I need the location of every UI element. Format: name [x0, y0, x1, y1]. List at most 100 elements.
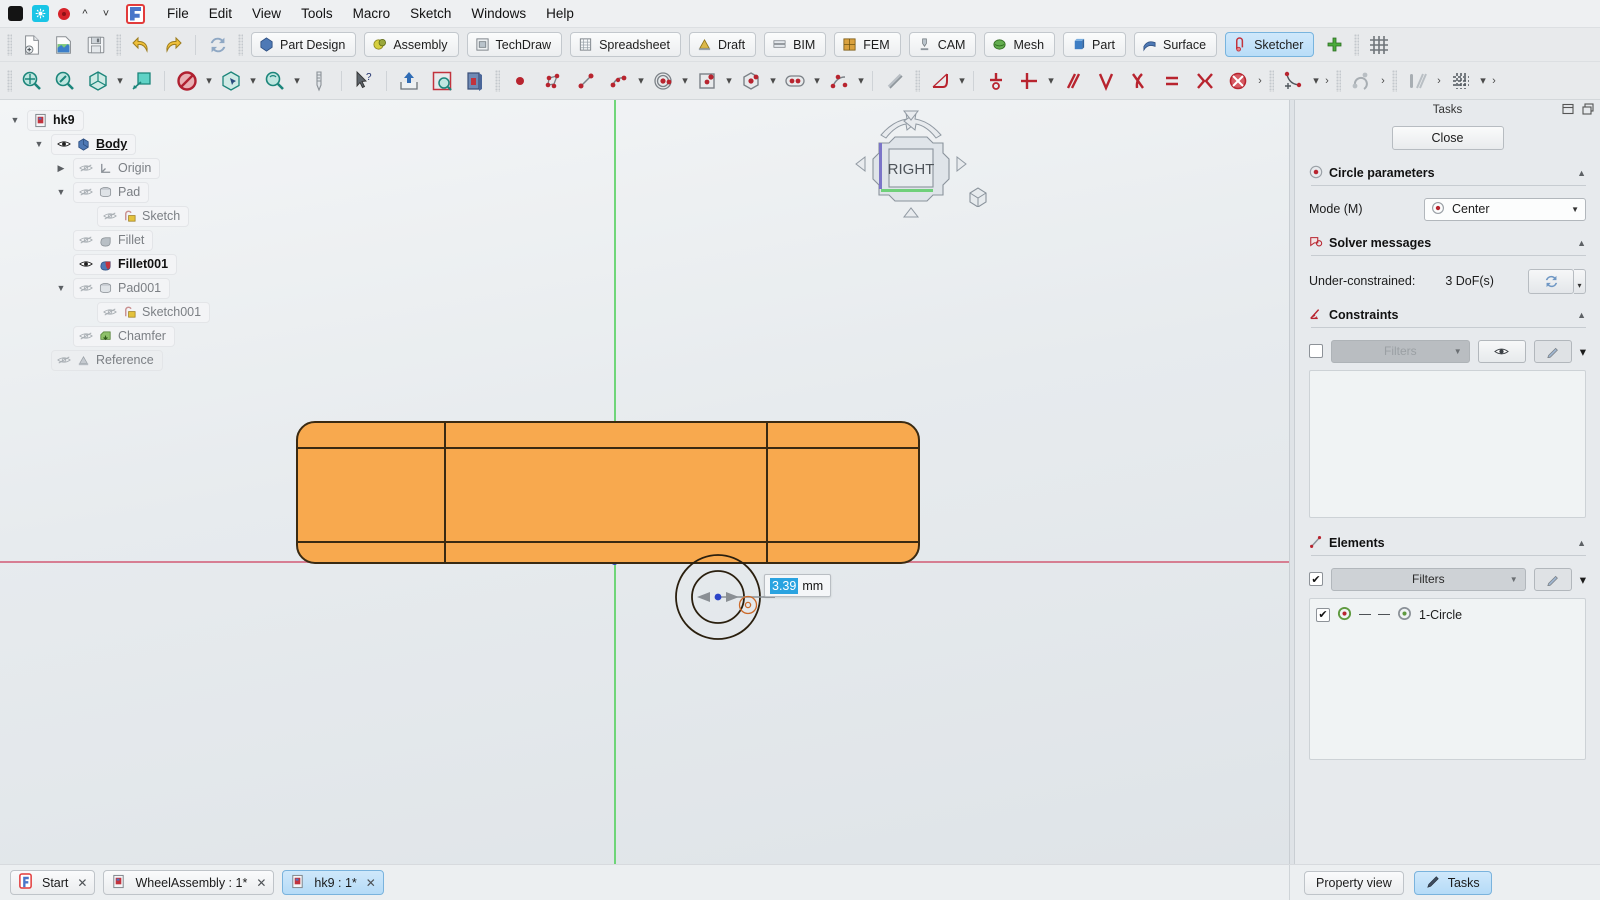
workbench-tab-sketcher[interactable]: Sketcher: [1225, 32, 1315, 57]
bspline-icon[interactable]: [823, 66, 855, 96]
chevron-down-icon[interactable]: ▼: [1454, 347, 1462, 356]
collapse-icon[interactable]: ▲: [1577, 538, 1586, 548]
dropdown-arrow[interactable]: ▾: [768, 74, 778, 87]
eye-closed-icon[interactable]: [79, 331, 93, 341]
document-tab-wheelassembly[interactable]: WheelAssembly : 1* ✕: [103, 870, 275, 895]
polygon-icon[interactable]: [735, 66, 767, 96]
element-checkbox[interactable]: ✔: [1316, 607, 1330, 622]
view-sketch-icon[interactable]: [426, 66, 458, 96]
toolbar-grip[interactable]: [7, 33, 12, 56]
chevron-down-icon[interactable]: ▼: [32, 139, 46, 149]
eye-closed-icon[interactable]: [79, 187, 93, 197]
dimension-input[interactable]: 3.39 mm: [764, 574, 832, 597]
tree-row-chamfer[interactable]: Chamfer: [8, 324, 258, 348]
document-tab-hk9[interactable]: hk9 : 1* ✕: [282, 870, 384, 895]
sk-grip-4[interactable]: [1269, 69, 1274, 92]
new-document-icon[interactable]: [17, 31, 47, 59]
sk-grip-6[interactable]: [1392, 69, 1397, 92]
close-tab-icon[interactable]: ✕: [366, 876, 376, 890]
line-icon[interactable]: [570, 66, 602, 96]
dropdown-arrow[interactable]: ▾: [636, 74, 646, 87]
workbench-tab-mesh[interactable]: Mesh: [984, 32, 1056, 57]
rectangle-icon[interactable]: [691, 66, 723, 96]
chevron-right-icon[interactable]: ›: [1489, 75, 1499, 87]
zoom-selection-icon[interactable]: [49, 66, 81, 96]
toolbar-grip-4[interactable]: [1354, 33, 1360, 56]
polyline-icon[interactable]: [537, 66, 569, 96]
tree-row-pad[interactable]: ▼ Pad: [8, 180, 258, 204]
eye-closed-icon[interactable]: [103, 307, 117, 317]
view-section-sketch-icon[interactable]: [459, 66, 491, 96]
tree-row-hk9[interactable]: ▼ hk9: [8, 108, 258, 132]
tree-row-body[interactable]: ▼ Body: [8, 132, 258, 156]
eye-closed-icon[interactable]: [79, 235, 93, 245]
view-section-icon[interactable]: [126, 66, 158, 96]
chevron-down-icon[interactable]: ▼: [1571, 205, 1579, 214]
eye-closed-icon[interactable]: [57, 355, 71, 365]
constrain-perpendicular-icon[interactable]: [1090, 66, 1122, 96]
document-tab-start[interactable]: Start ✕: [10, 870, 96, 895]
dropdown-arrow[interactable]: ▾: [248, 74, 258, 87]
eye-open-icon[interactable]: [79, 259, 93, 269]
sk-grip-1[interactable]: [7, 69, 12, 92]
element-start-point-icon[interactable]: [1359, 613, 1371, 616]
close-tab-icon[interactable]: ✕: [77, 876, 87, 890]
close-tab-icon[interactable]: ✕: [256, 876, 266, 890]
workbench-tab-spreadsheet[interactable]: Spreadsheet: [570, 32, 681, 57]
elements-select-all-checkbox[interactable]: ✔: [1309, 572, 1323, 586]
close-panel-icon[interactable]: [1582, 103, 1594, 118]
menu-item-file[interactable]: File: [157, 3, 199, 24]
open-document-icon[interactable]: [49, 31, 79, 59]
fillet-icon[interactable]: [924, 66, 956, 96]
chevron-right-icon[interactable]: ›: [1434, 75, 1444, 87]
collapse-icon[interactable]: ▲: [1577, 168, 1586, 178]
chevron-right-icon[interactable]: ›: [1255, 75, 1265, 87]
measure-icon[interactable]: [303, 66, 335, 96]
elements-settings-dropdown[interactable]: ▾: [1580, 572, 1586, 587]
constraints-select-all-checkbox[interactable]: [1309, 344, 1323, 358]
menu-item-sketch[interactable]: Sketch: [400, 3, 461, 24]
tree-row-pad001[interactable]: ▼ Pad001: [8, 276, 258, 300]
elements-filter-select[interactable]: Filters ▼: [1331, 567, 1526, 591]
constrain-equal-icon[interactable]: [1156, 66, 1188, 96]
dropdown-arrow[interactable]: ▾: [204, 74, 214, 87]
record-dot-icon[interactable]: [58, 7, 70, 20]
navigation-home-cube-icon[interactable]: [967, 185, 989, 207]
menu-item-view[interactable]: View: [242, 3, 291, 24]
sketcher-visual-icon[interactable]: [1401, 66, 1433, 96]
section-header[interactable]: Circle parameters ▲: [1309, 162, 1586, 184]
axonometric-view-icon[interactable]: [82, 66, 114, 96]
tree-row-sketch001[interactable]: Sketch001: [8, 300, 258, 324]
dropdown-arrow[interactable]: ▾: [115, 74, 125, 87]
chevron-down-icon[interactable]: ˅: [100, 8, 112, 20]
circle-icon[interactable]: [647, 66, 679, 96]
constrain-symmetric-icon[interactable]: [1189, 66, 1221, 96]
workbench-tab-bim[interactable]: BIM: [764, 32, 827, 57]
point-icon[interactable]: [504, 66, 536, 96]
workbench-tab-fem[interactable]: FEM: [834, 32, 901, 57]
app-badge-icon[interactable]: [32, 5, 49, 22]
section-header[interactable]: Elements ▲: [1309, 532, 1586, 554]
dropdown-arrow[interactable]: ▾: [1311, 74, 1321, 87]
box-selection-icon[interactable]: [215, 66, 247, 96]
elements-settings-button[interactable]: [1533, 567, 1572, 591]
float-panel-icon[interactable]: [1562, 103, 1574, 118]
menu-item-macro[interactable]: Macro: [343, 3, 401, 24]
constraints-settings-button[interactable]: [1533, 339, 1572, 363]
element-end-point-icon[interactable]: [1378, 613, 1390, 616]
menu-item-edit[interactable]: Edit: [199, 3, 242, 24]
constrain-tangent-icon[interactable]: [1123, 66, 1155, 96]
redo-icon[interactable]: [158, 31, 188, 59]
grid-icon[interactable]: [1364, 31, 1394, 59]
constrain-distance-icon[interactable]: [1013, 66, 1045, 96]
chevron-right-icon[interactable]: ▶: [54, 163, 68, 174]
element-center-point-icon[interactable]: [1397, 606, 1412, 624]
dropdown-arrow[interactable]: ▾: [680, 74, 690, 87]
constraints-visibility-button[interactable]: [1477, 339, 1526, 363]
constraints-settings-dropdown[interactable]: ▾: [1580, 344, 1586, 359]
sk-grip-5[interactable]: [1336, 69, 1341, 92]
stop-operation-icon[interactable]: [171, 66, 203, 96]
black-square-icon[interactable]: [8, 6, 23, 21]
workbench-tab-techdraw[interactable]: TechDraw: [466, 32, 563, 57]
menu-item-windows[interactable]: Windows: [461, 3, 536, 24]
